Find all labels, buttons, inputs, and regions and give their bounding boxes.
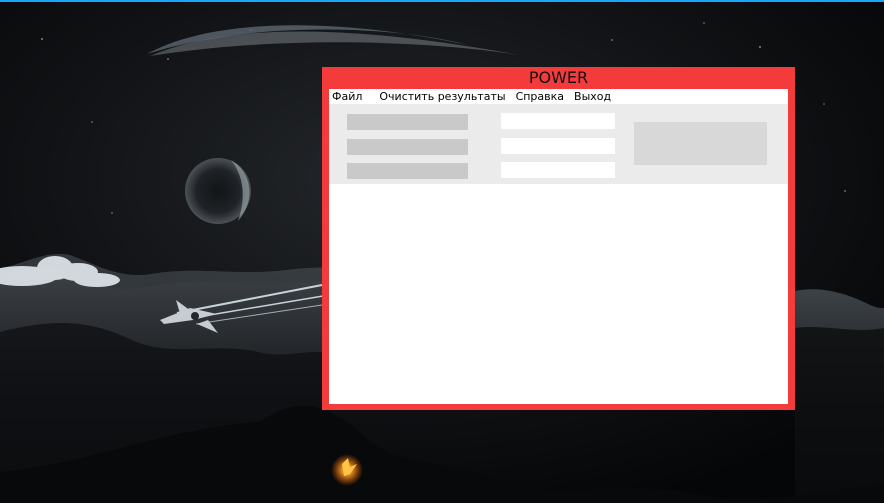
window-title: POWER [528,68,589,87]
results-output-area [329,184,788,404]
action-button-3[interactable] [347,163,468,179]
action-button-1[interactable] [347,114,468,130]
desktop: POWER Файл Очистить результаты Справка В… [0,0,884,503]
menu-item-help[interactable]: Справка [511,89,569,104]
app-client-area: Файл Очистить результаты Справка Выход [329,89,788,404]
power-app-window: POWER Файл Очистить результаты Справка В… [322,67,795,410]
menu-item-file[interactable]: Файл [329,89,367,104]
input-control-panel [329,104,788,184]
action-button-2[interactable] [347,139,468,155]
menu-item-exit[interactable]: Выход [569,89,616,104]
input-field-3[interactable] [501,162,615,178]
menu-item-clear-results[interactable]: Очистить результаты [374,89,510,104]
menu-bar: Файл Очистить результаты Справка Выход [329,89,788,104]
result-display-box [634,122,767,165]
input-field-2[interactable] [501,138,615,154]
input-field-1[interactable] [501,113,615,129]
